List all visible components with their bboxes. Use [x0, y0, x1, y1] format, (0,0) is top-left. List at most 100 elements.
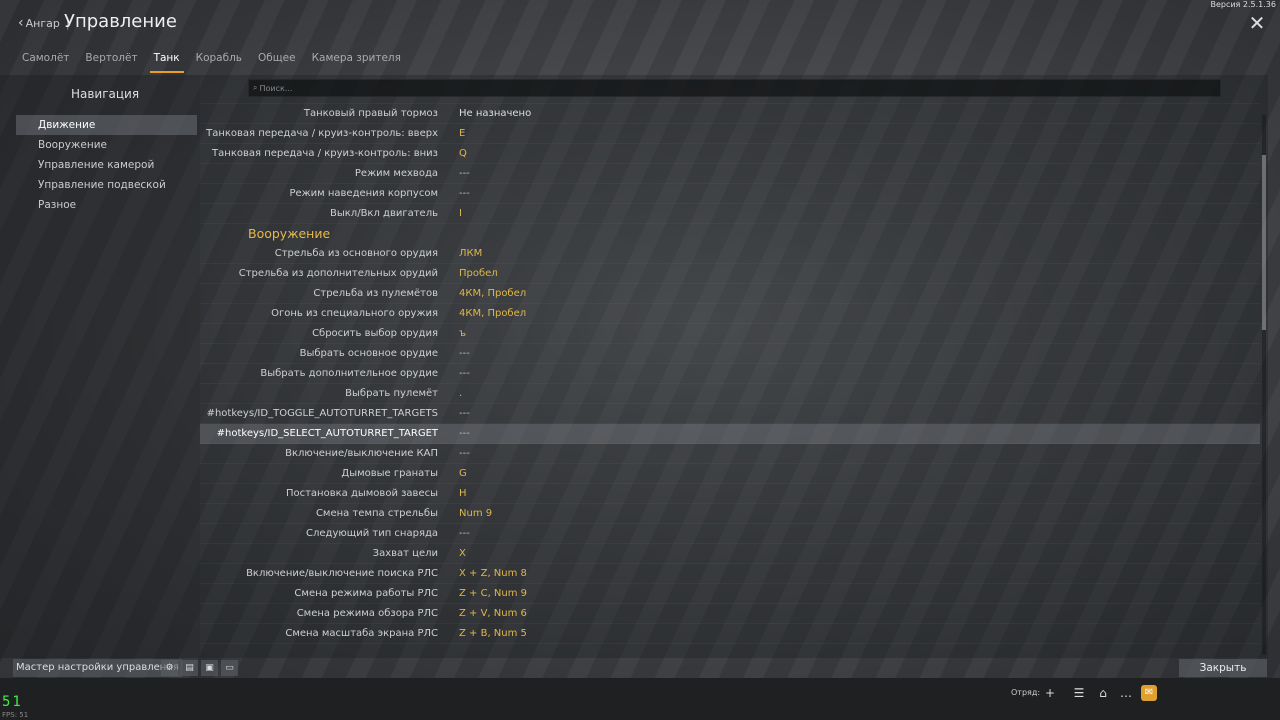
nav-item-movement[interactable]: Движение	[16, 115, 197, 135]
bottom-bar: Мастер настройки управления ⚙ ▤ ▣ ▭ Закр…	[0, 658, 1280, 678]
search-input[interactable]	[259, 83, 1160, 93]
tab-ship[interactable]: Корабль	[188, 48, 250, 70]
control-row[interactable]: Захват цели X	[200, 544, 1260, 564]
control-binding[interactable]: ---	[459, 168, 470, 179]
control-row[interactable]: Выбрать основное орудие ---	[200, 344, 1260, 364]
file-new-icon[interactable]: ▤	[181, 660, 198, 676]
controls-list[interactable]: Танковый левый тормозНе назначеноТанковы…	[200, 102, 1260, 655]
tab-plane[interactable]: Самолёт	[14, 48, 77, 70]
control-row[interactable]: Стрельба из дополнительных орудий Пробел	[200, 264, 1260, 284]
folder-open-icon[interactable]: ▭	[221, 660, 238, 676]
navigation-panel: Навигация Движение Вооружение Управление…	[0, 75, 200, 658]
list-icon[interactable]: ☰	[1071, 685, 1087, 701]
nav-item-misc[interactable]: Разное	[16, 195, 197, 215]
control-row[interactable]: Танковая передача / круиз-контроль: вниз…	[200, 144, 1260, 164]
control-label: Следующий тип снаряда	[306, 528, 438, 539]
control-row[interactable]: Танковая передача / круиз-контроль: ввер…	[200, 124, 1260, 144]
add-squad-icon[interactable]: +	[1042, 685, 1058, 701]
control-row[interactable]: Танковый правый тормоз Не назначено	[200, 104, 1260, 124]
control-row[interactable]: Выбрать пулемёт.	[200, 384, 1260, 404]
control-binding[interactable]: Не назначено	[459, 108, 531, 119]
control-binding[interactable]: E	[459, 128, 465, 139]
control-binding[interactable]: ---	[459, 348, 470, 359]
controls-wizard-button[interactable]: Мастер настройки управления	[13, 659, 182, 677]
search-box[interactable]: ⌕	[248, 79, 1221, 97]
back-label: Ангар	[25, 16, 60, 30]
close-icon[interactable]: ✕	[1248, 13, 1266, 33]
chat-icon[interactable]: …	[1118, 685, 1134, 701]
footer-bar: Отряд: + ☰ ⌂ … ✉	[0, 678, 1280, 720]
fps-counter: 51	[2, 694, 23, 710]
controls-panel: ⌕ Танковый левый тормозНе назначеноТанко…	[200, 75, 1268, 658]
control-binding[interactable]: ---	[459, 528, 470, 539]
control-binding[interactable]: Z + C, Num 9	[459, 588, 527, 599]
control-row[interactable]: Выбрать дополнительное орудие ---	[200, 364, 1260, 384]
control-row[interactable]: Следующий тип снаряда ---	[200, 524, 1260, 544]
control-row[interactable]: #hotkeys/ID_TOGGLE_AUTOTURRET_TARGETS ---	[200, 404, 1260, 424]
control-label: Режим мехвода	[354, 168, 438, 179]
control-row[interactable]: Включение/выключение КАП ---	[200, 444, 1260, 464]
control-binding[interactable]: ъ	[459, 328, 466, 339]
control-binding[interactable]: ---	[459, 448, 470, 459]
squadron-icon[interactable]: ⌂	[1095, 685, 1111, 701]
control-binding[interactable]: 4КМ, Пробел	[459, 308, 526, 319]
control-binding[interactable]: 4КМ, Пробел	[459, 288, 526, 299]
close-button[interactable]: Закрыть	[1179, 659, 1267, 677]
control-binding[interactable]: G	[459, 468, 467, 479]
control-binding[interactable]: H	[459, 488, 467, 499]
navigation-title: Навигация	[70, 87, 140, 101]
fps-label: FPS: 51	[2, 711, 29, 719]
control-row[interactable]: Смена темпа стрельбы Num 9	[200, 504, 1260, 524]
control-row[interactable]: Постановка дымовой завесы H	[200, 484, 1260, 504]
control-binding[interactable]: ---	[459, 408, 470, 419]
control-binding[interactable]: I	[459, 208, 462, 219]
tab-spectator-camera[interactable]: Камера зрителя	[304, 48, 409, 70]
version-label: Версия 2.5.1.36	[1210, 0, 1276, 9]
control-row[interactable]: Смена режима обзора РЛС Z + V, Num 6	[200, 604, 1260, 624]
control-row[interactable]: Режим мехвода ---	[200, 164, 1260, 184]
control-binding[interactable]: ЛКМ	[459, 248, 482, 259]
scrollbar[interactable]	[1262, 115, 1266, 655]
control-row[interactable]: #hotkeys/ID_SELECT_AUTOTURRET_TARGET ---	[200, 424, 1260, 444]
navigation-list: Движение Вооружение Управление камерой У…	[16, 115, 197, 215]
control-row[interactable]: Огонь из специального оружия 4КМ, Пробел	[200, 304, 1260, 324]
control-row[interactable]: Сбросить выбор орудия ъ	[200, 324, 1260, 344]
control-row[interactable]: Стрельба из основного орудия ЛКМ	[200, 244, 1260, 264]
control-row[interactable]: Смена масштаба экрана РЛС Z + B, Num 5	[200, 624, 1260, 644]
control-binding[interactable]: X	[459, 548, 466, 559]
nav-item-weapons[interactable]: Вооружение	[16, 135, 197, 155]
control-binding[interactable]: Num 9	[459, 508, 492, 519]
control-row[interactable]: Режим наведения корпусом ---	[200, 184, 1260, 204]
save-icon[interactable]: ▣	[201, 660, 218, 676]
tab-tank[interactable]: Танк	[146, 48, 188, 73]
control-row[interactable]: Дымовые гранаты G	[200, 464, 1260, 484]
control-binding[interactable]: ---	[459, 428, 470, 439]
control-row[interactable]: Смена режима работы РЛС Z + C, Num 9	[200, 584, 1260, 604]
nav-item-suspension[interactable]: Управление подвеской	[16, 175, 197, 195]
mail-icon[interactable]: ✉	[1141, 685, 1157, 701]
tab-bar: Самолёт Вертолёт Танк Корабль Общее Каме…	[14, 48, 409, 73]
control-label: Захват цели	[372, 548, 438, 559]
reset-icon[interactable]: ⚙	[161, 660, 178, 676]
control-row[interactable]: Стрельба из пулемётов 4КМ, Пробел	[200, 284, 1260, 304]
tab-helicopter[interactable]: Вертолёт	[77, 48, 145, 70]
nav-item-camera[interactable]: Управление камерой	[16, 155, 197, 175]
control-label: #hotkeys/ID_SELECT_AUTOTURRET_TARGET	[216, 428, 438, 439]
control-binding[interactable]: X + Z, Num 8	[459, 568, 527, 579]
section-title-weapons: Вооружение	[248, 226, 331, 241]
tab-common[interactable]: Общее	[250, 48, 304, 70]
control-label: Стрельба из дополнительных орудий	[238, 268, 438, 279]
control-label: Смена масштаба экрана РЛС	[285, 628, 438, 639]
scrollbar-thumb[interactable]	[1262, 155, 1266, 330]
page-title: Управление	[64, 11, 177, 32]
control-binding[interactable]: Z + B, Num 5	[459, 628, 527, 639]
control-binding[interactable]: Q	[459, 148, 467, 159]
chevron-left-icon: ‹	[18, 15, 24, 31]
control-binding[interactable]: Z + V, Num 6	[459, 608, 527, 619]
control-binding[interactable]: ---	[459, 368, 470, 379]
control-binding[interactable]: .	[459, 388, 462, 399]
control-binding[interactable]: Пробел	[459, 268, 498, 279]
control-binding[interactable]: ---	[459, 188, 470, 199]
control-row[interactable]: Включение/выключение поиска РЛС X + Z, Nu…	[200, 564, 1260, 584]
control-row[interactable]: Выкл/Вкл двигатель I	[200, 204, 1260, 224]
